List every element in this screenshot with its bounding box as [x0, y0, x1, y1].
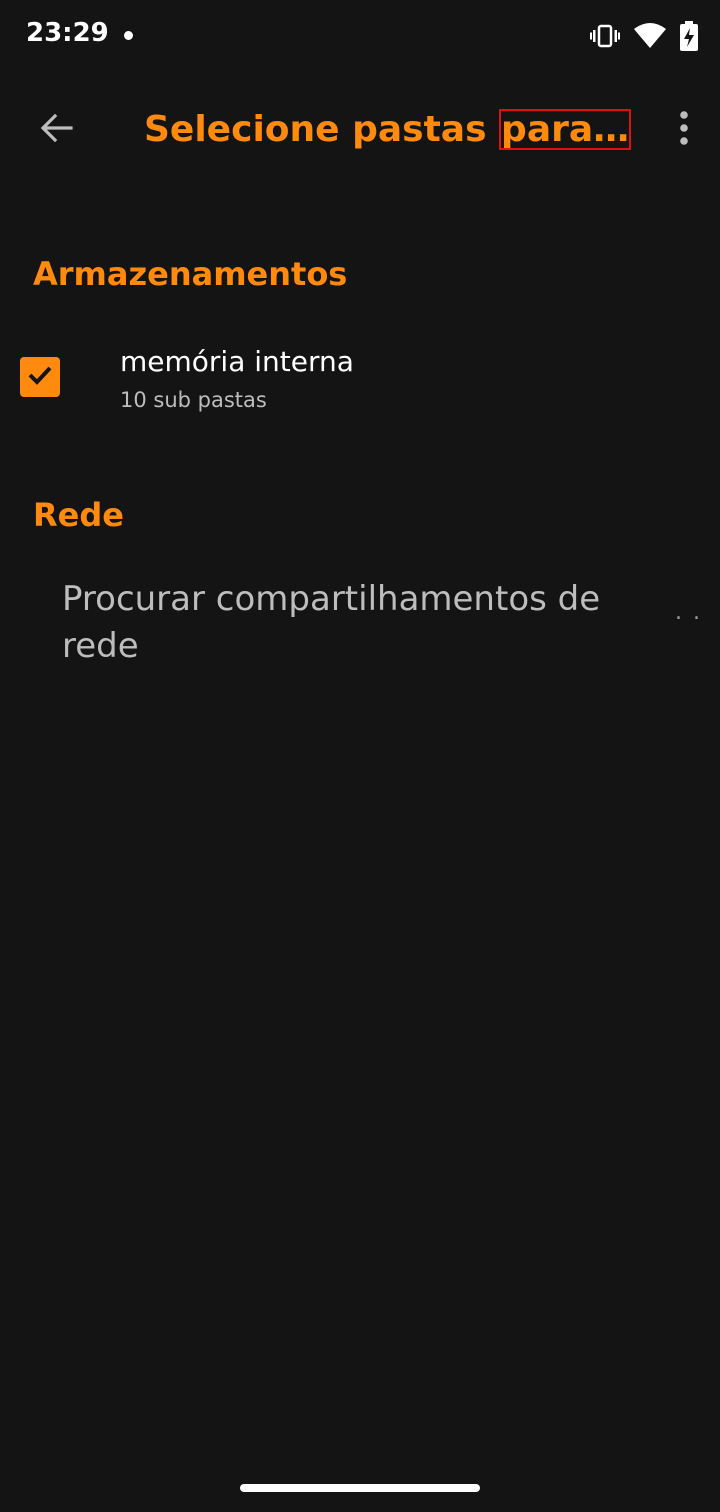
status-time: 23:29 — [26, 18, 109, 48]
page-title-truncated: para… — [499, 109, 632, 150]
app-bar: Selecione pastas para… — [0, 80, 720, 180]
gesture-navigation-bar[interactable] — [240, 1484, 480, 1492]
back-button[interactable] — [28, 102, 84, 158]
storage-checkbox[interactable] — [20, 357, 60, 397]
page-title-main: Selecione pastas — [144, 109, 500, 150]
page-title: Selecione pastas para… — [144, 108, 632, 152]
loading-dots-icon: . . — [675, 600, 702, 625]
storage-item-title: memória interna — [120, 345, 354, 378]
arrow-back-icon — [38, 110, 74, 150]
status-icons — [590, 20, 698, 52]
overflow-menu-button[interactable] — [668, 102, 700, 158]
check-icon — [26, 361, 54, 393]
storage-item-subtitle: 10 sub pastas — [120, 388, 267, 412]
status-bar: 23:29 — [0, 0, 720, 72]
storage-item-internal-memory[interactable]: memória interna 10 sub pastas — [0, 330, 720, 430]
section-header-storage: Armazenamentos — [33, 255, 348, 293]
more-vert-icon — [679, 111, 689, 149]
battery-charging-icon — [680, 21, 698, 51]
wifi-icon — [634, 23, 666, 49]
browse-network-shares-button[interactable]: Procurar compartilhamentos de rede — [50, 576, 662, 676]
notification-dot-icon — [124, 31, 133, 40]
vibrate-icon — [590, 24, 620, 48]
section-header-network: Rede — [33, 496, 124, 534]
